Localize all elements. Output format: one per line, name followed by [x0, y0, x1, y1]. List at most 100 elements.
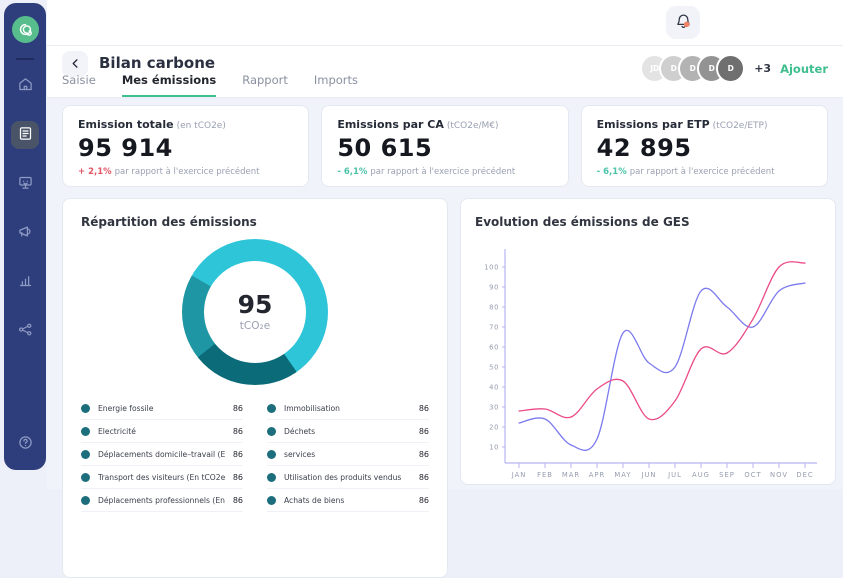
presentation-icon [18, 175, 33, 194]
svg-text:60: 60 [489, 343, 499, 351]
svg-text:MAY: MAY [614, 471, 631, 479]
legend-dot-icon [81, 496, 90, 505]
svg-text:DEC: DEC [796, 471, 813, 479]
legend-dot-icon [267, 450, 276, 459]
legend-label: Transport des visiteurs (En tCO2e) [98, 473, 225, 482]
page-title: Bilan carbone [99, 54, 215, 72]
home-icon [18, 77, 33, 96]
kpi-title: Emission totale(en tCO2e) [78, 118, 293, 131]
page-header: Bilan carbone JDDDDD +3 Ajouter Saisie Me… [47, 45, 843, 97]
legend-row: Déplacements domicile–travail (En tCO2e)… [81, 443, 243, 466]
svg-text:FEB: FEB [537, 471, 553, 479]
kpi-delta: + 2,1% par rapport à l'exercice précéden… [78, 167, 293, 177]
legend-row: Energie fossile 86 [81, 397, 243, 420]
donut-wrap: 95 tCO₂e [81, 239, 429, 385]
tab-rapport[interactable]: Rapport [242, 73, 288, 97]
notifications-button[interactable] [666, 6, 700, 39]
sidebar-item-help[interactable] [11, 430, 39, 458]
legend-row: services 86 [267, 443, 429, 466]
tab-mes-emissions[interactable]: Mes émissions [122, 73, 216, 97]
notification-badge [683, 21, 689, 27]
kpi-unit: (tCO2e/ETP) [713, 121, 768, 131]
svg-text:50: 50 [489, 363, 499, 371]
sidebar-item-presentations[interactable] [11, 170, 39, 198]
legend-row: Déplacements professionnels (En tCO2e)86 [81, 489, 243, 512]
legend-dot-icon [81, 404, 90, 413]
legend-dot-icon [81, 473, 90, 482]
legend-value: 86 [233, 473, 243, 482]
kpi-unit: (en tCO2e) [177, 121, 226, 131]
tab-imports[interactable]: Imports [314, 73, 358, 97]
help-icon [18, 435, 33, 454]
legend-label: Energie fossile [98, 404, 225, 413]
kpi-delta: - 6,1% par rapport à l'exercice précéden… [597, 167, 812, 177]
tabs: Saisie Mes émissions Rapport Imports [62, 73, 358, 97]
svg-text:NOV: NOV [770, 471, 788, 479]
bar-chart-icon [18, 273, 33, 292]
legend-dot-icon [267, 404, 276, 413]
header-actions: JDDDDD +3 Ajouter [640, 54, 828, 83]
legend-column-left: Energie fossile86Electricité86Déplacemen… [81, 397, 243, 512]
legend-value: 86 [419, 427, 429, 436]
avatar[interactable]: D [716, 54, 745, 83]
legend-dot-icon [267, 473, 276, 482]
line-chart-title: Evolution des émissions de GES [475, 215, 823, 229]
donut-legend: Energie fossile86Electricité86Déplacemen… [81, 397, 429, 512]
legend-label: Déplacements professionnels (En tCO2e) [98, 496, 225, 505]
ges-line-chart: 102030405060708090100JANFEBMARAPRMAYJUNJ… [475, 241, 823, 481]
legend-dot-icon [267, 496, 276, 505]
svg-text:20: 20 [489, 423, 499, 431]
svg-text:OCT: OCT [744, 471, 761, 479]
svg-text:100: 100 [484, 263, 499, 271]
kpi-value: 50 615 [337, 134, 552, 162]
kpi-row: Emission totale(en tCO2e)95 914+ 2,1% pa… [62, 105, 828, 187]
bell-icon [675, 13, 692, 33]
sidebar-item-analytics[interactable] [11, 268, 39, 296]
legend-dot-icon [81, 450, 90, 459]
legend-row: Déchets86 [267, 420, 429, 443]
sidebar-item-home[interactable] [11, 72, 39, 100]
emissions-breakdown-card: Répartition des émissions 95 tCO₂e Energ… [62, 198, 448, 578]
legend-label: Déplacements domicile–travail (En tCO2e) [98, 450, 225, 459]
sidebar-item-organization[interactable] [11, 317, 39, 345]
legend-label: Utilisation des produits vendus [284, 473, 411, 482]
svg-text:80: 80 [489, 303, 499, 311]
svg-text:70: 70 [489, 323, 499, 331]
kpi-card-emission-totale: Emission totale(en tCO2e)95 914+ 2,1% pa… [62, 105, 309, 187]
legend-row: Immobilisation 86 [267, 397, 429, 420]
line-series [519, 283, 805, 450]
legend-row: Utilisation des produits vendus 86 [267, 466, 429, 489]
legend-value: 86 [233, 450, 243, 459]
legend-value: 86 [419, 404, 429, 413]
tab-saisie[interactable]: Saisie [62, 73, 96, 97]
svg-text:APR: APR [589, 471, 605, 479]
content: Emission totale(en tCO2e)95 914+ 2,1% pa… [47, 97, 843, 489]
legend-value: 86 [419, 450, 429, 459]
kpi-card-emissions-par-ca: Emissions par CA(tCO2e/M€)50 615- 6,1% p… [321, 105, 568, 187]
ges-evolution-card: Evolution des émissions de GES 10 20 30 40 5… [460, 198, 836, 485]
legend-value: 86 [419, 473, 429, 482]
avatar-stack: JDDDDD [640, 54, 745, 83]
svg-text:AUG: AUG [692, 471, 710, 479]
kpi-title: Emissions par ETP(tCO2e/ETP) [597, 118, 812, 131]
legend-label: services [284, 450, 411, 459]
svg-text:30: 30 [489, 403, 499, 411]
legend-value: 86 [233, 404, 243, 413]
svg-text:10: 10 [489, 443, 499, 451]
sidebar-divider [16, 58, 34, 60]
sidebar-nav [11, 72, 39, 345]
sidebar-item-documents[interactable] [11, 121, 39, 149]
megaphone-icon [18, 224, 33, 243]
donut-chart: 95 tCO₂e [182, 239, 328, 385]
sidebar-item-announcements[interactable] [11, 219, 39, 247]
svg-text:40: 40 [489, 383, 499, 391]
svg-text:JAN: JAN [511, 471, 527, 479]
topbar [47, 0, 843, 46]
legend-label: Immobilisation [284, 404, 411, 413]
charts-row: Répartition des émissions 95 tCO₂e Energ… [62, 198, 828, 578]
donut-center-unit: tCO₂e [240, 320, 270, 332]
add-member-button[interactable]: Ajouter [780, 62, 828, 76]
legend-dot-icon [81, 427, 90, 436]
svg-text:JUN: JUN [640, 471, 656, 479]
legend-dot-icon [267, 427, 276, 436]
